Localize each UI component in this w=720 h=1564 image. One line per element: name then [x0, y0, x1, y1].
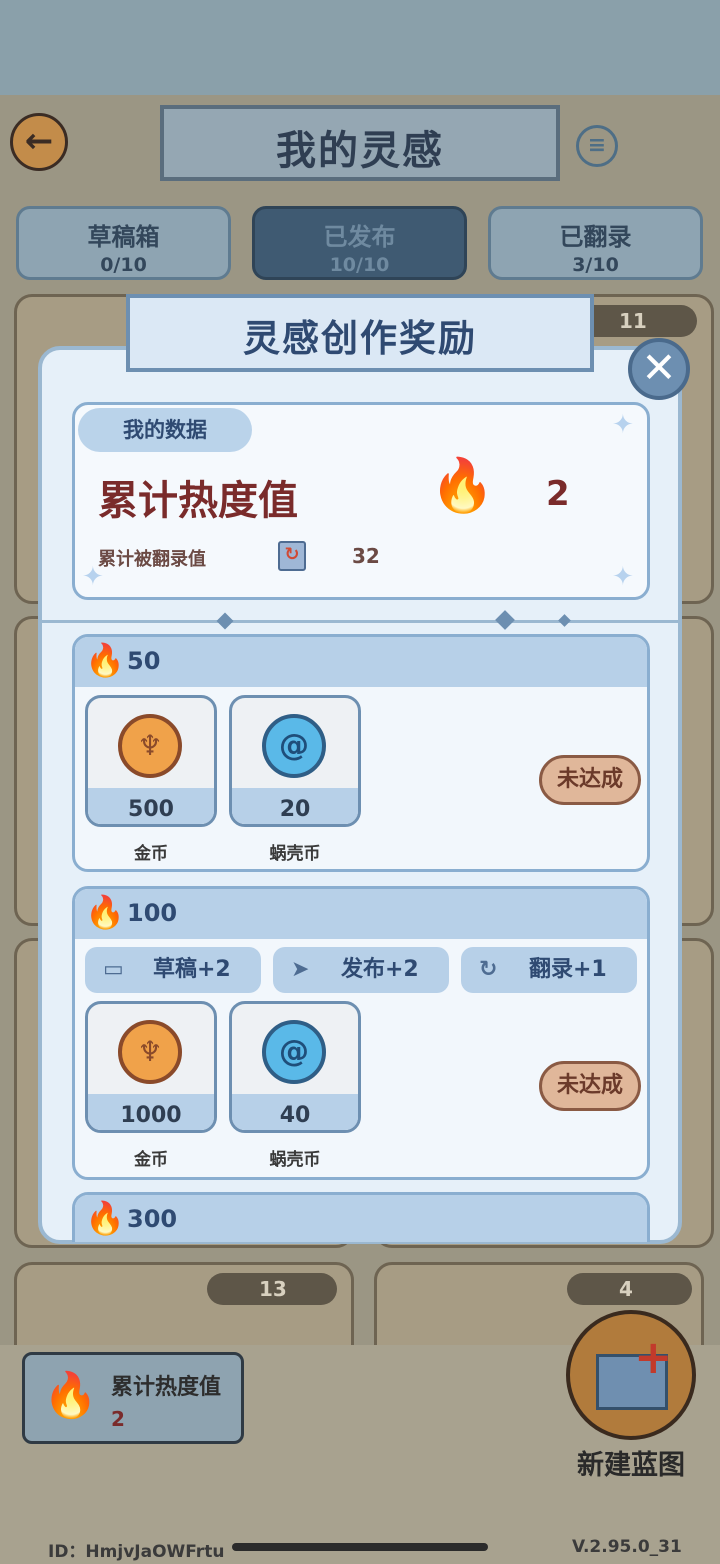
item-qty: 500	[128, 797, 174, 822]
tab-label: 已发布	[323, 223, 396, 251]
perk-label: 发布+2	[341, 957, 419, 982]
sparkle-icon: ✦	[612, 562, 634, 592]
tab-published[interactable]: 已发布 10/10	[252, 206, 467, 280]
view-count: 13	[207, 1273, 337, 1305]
tier-threshold: 300	[127, 1205, 178, 1233]
tab-count: 0/10	[100, 254, 147, 276]
item-name: 蜗壳币	[269, 1150, 321, 1170]
total-heat-value: 2	[546, 474, 570, 514]
close-button[interactable]: ✕	[628, 338, 690, 400]
tier-header	[75, 637, 647, 687]
back-button[interactable]: ←	[10, 113, 68, 171]
folder-icon: ▭	[103, 957, 124, 982]
flame-icon: 🔥	[85, 893, 125, 931]
top-background	[0, 0, 720, 95]
sparkle-icon: ✦	[82, 562, 104, 592]
gold-coin-icon: ♆	[118, 1020, 182, 1084]
new-blueprint-label: 新建蓝图	[577, 1450, 685, 1481]
heat-stat-panel: 🔥 累计热度值 2	[22, 1352, 244, 1444]
tab-drafts[interactable]: 草稿箱 0/10	[16, 206, 231, 280]
tier-threshold: 100	[127, 899, 178, 927]
total-copied-label: 累计被翻录值	[98, 549, 206, 570]
copy-icon: ↻	[278, 541, 306, 571]
sparkle-icon: ✦	[612, 410, 634, 440]
info-button[interactable]: ≡	[576, 125, 618, 167]
flame-icon: 🔥	[85, 641, 125, 679]
reward-item-shell: @ 20	[229, 695, 361, 827]
plus-icon: +	[634, 1330, 673, 1384]
tab-label: 已翻录	[559, 223, 632, 251]
item-qty: 1000	[120, 1103, 182, 1128]
reward-tier: 🔥 100 ▭ 草稿+2 ➤ 发布+2 ↻ 翻录+1 ♆ 1000 金币 @ 4…	[72, 886, 650, 1180]
new-blueprint-button[interactable]: +	[566, 1310, 696, 1440]
shell-coin-icon: @	[262, 1020, 326, 1084]
version-label: V.2.95.0_31	[572, 1537, 682, 1557]
item-name: 蜗壳币	[269, 844, 321, 864]
total-heat-label: 累计热度值	[98, 478, 298, 524]
flame-icon: 🔥	[85, 1199, 125, 1237]
page-title: 我的灵感	[276, 128, 444, 174]
perk-label: 草稿+2	[153, 957, 231, 982]
section-divider	[40, 620, 680, 623]
copy-icon: ↻	[479, 957, 498, 982]
send-icon: ➤	[291, 957, 310, 982]
back-arrow-icon: ←	[24, 121, 54, 161]
reward-item-gold: ♆ 500	[85, 695, 217, 827]
reward-tier: 🔥 50 ♆ 500 金币 @ 20 蜗壳币 未达成	[72, 634, 650, 872]
perk-label: 翻录+1	[529, 957, 607, 982]
scroll-icon: ≡	[587, 133, 607, 158]
heat-label: 累计热度值	[111, 1375, 222, 1400]
heat-value: 2	[111, 1407, 125, 1431]
close-icon: ✕	[641, 343, 677, 392]
flame-icon: 🔥	[430, 456, 495, 516]
my-data-pill: 我的数据	[78, 408, 252, 452]
tab-label: 草稿箱	[87, 223, 160, 251]
tier-threshold: 50	[127, 647, 161, 675]
status-badge[interactable]: 未达成	[539, 1061, 641, 1111]
reward-tier: 🔥 300	[72, 1192, 650, 1242]
gold-coin-icon: ♆	[118, 714, 182, 778]
tab-copied[interactable]: 已翻录 3/10	[488, 206, 703, 280]
total-copied-value: 32	[352, 544, 380, 568]
perk-copy: ↻ 翻录+1	[461, 947, 637, 993]
item-qty: 20	[279, 797, 311, 822]
item-name: 金币	[134, 844, 168, 864]
status-badge[interactable]: 未达成	[539, 755, 641, 805]
reward-item-shell: @ 40	[229, 1001, 361, 1133]
view-count: 4	[567, 1273, 692, 1305]
home-indicator[interactable]	[232, 1543, 488, 1551]
perk-draft: ▭ 草稿+2	[85, 947, 261, 993]
modal-title: 灵感创作奖励	[243, 317, 477, 360]
user-id: ID：HmjvJaOWFrtu	[48, 1542, 225, 1562]
item-name: 金币	[134, 1150, 168, 1170]
tab-count: 3/10	[572, 254, 619, 276]
reward-item-gold: ♆ 1000	[85, 1001, 217, 1133]
tab-count: 10/10	[329, 254, 390, 276]
shell-coin-icon: @	[262, 714, 326, 778]
perk-publish: ➤ 发布+2	[273, 947, 449, 993]
item-qty: 40	[279, 1103, 311, 1128]
flame-icon: 🔥	[43, 1370, 98, 1421]
